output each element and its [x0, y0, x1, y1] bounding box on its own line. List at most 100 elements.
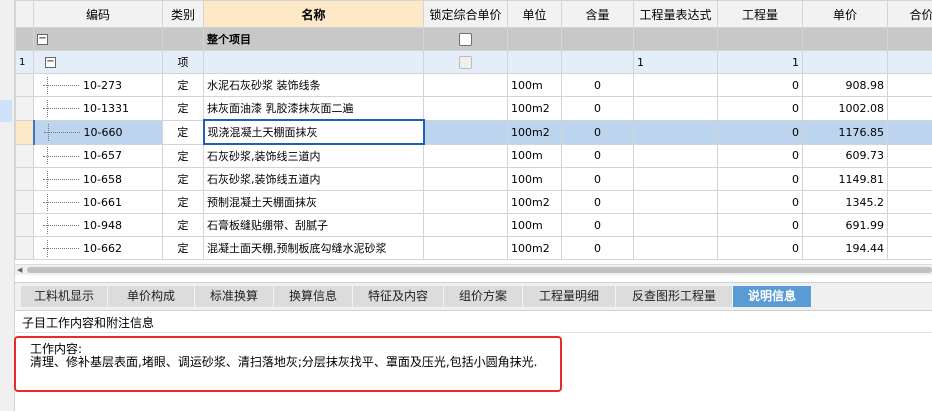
name-cell-editing[interactable]: 现浇混凝土天棚面抹灰 — [204, 120, 424, 144]
col-header-total[interactable]: 合价 — [888, 1, 932, 28]
item-expr-cell[interactable]: 1 — [634, 51, 718, 74]
item-lock-cell[interactable] — [424, 51, 508, 74]
expr-cell[interactable] — [634, 74, 718, 97]
collapse-icon[interactable]: − — [45, 57, 56, 68]
group-price-cell[interactable] — [803, 28, 888, 51]
name-cell[interactable]: 混凝土面天棚,预制板底勾缝水泥砂浆 — [204, 237, 424, 260]
row-number[interactable] — [16, 168, 34, 191]
category-cell[interactable]: 定 — [163, 144, 204, 168]
content-cell[interactable]: 0 — [562, 120, 634, 144]
tab-pricing-scheme[interactable]: 组价方案 — [444, 286, 523, 307]
collapse-icon[interactable]: − — [37, 34, 48, 45]
col-header-category[interactable]: 类别 — [163, 1, 204, 28]
item-qty-cell[interactable]: 1 — [718, 51, 803, 74]
name-cell[interactable]: 抹灰面油漆 乳胶漆抹灰面二遍 — [204, 97, 424, 121]
code-cell[interactable]: 10-661 — [34, 191, 163, 214]
unit-cell[interactable]: 100m — [508, 74, 562, 97]
content-cell[interactable]: 0 — [562, 97, 634, 121]
total-cell[interactable] — [888, 144, 932, 168]
col-header-name[interactable]: 名称 — [204, 1, 424, 28]
row-number[interactable] — [16, 74, 34, 97]
category-cell[interactable]: 定 — [163, 74, 204, 97]
col-header-unit-price[interactable]: 单价 — [803, 1, 888, 28]
code-cell[interactable]: 10-1331 — [34, 97, 163, 121]
group-expr-cell[interactable] — [634, 28, 718, 51]
row-number[interactable] — [16, 237, 34, 260]
table-row[interactable]: 10-658 定 石灰砂浆,装饰线五道内 100m 0 0 1149.81 — [16, 168, 932, 191]
content-cell[interactable]: 0 — [562, 144, 634, 168]
tab-labor-material-machine[interactable]: 工料机显示 — [21, 286, 108, 307]
col-header-unit[interactable]: 单位 — [508, 1, 562, 28]
lock-cell[interactable] — [424, 120, 508, 144]
code-cell[interactable]: 10-658 — [34, 168, 163, 191]
name-cell[interactable]: 预制混凝土天棚面抹灰 — [204, 191, 424, 214]
expr-cell[interactable] — [634, 97, 718, 121]
item-row[interactable]: 1 − 项 1 1 — [16, 51, 932, 74]
unit-cell[interactable]: 100m — [508, 214, 562, 237]
group-total-cell[interactable] — [888, 28, 932, 51]
expr-cell[interactable] — [634, 168, 718, 191]
col-header-content[interactable]: 含量 — [562, 1, 634, 28]
col-header-lock-price[interactable]: 锁定综合单价 — [424, 1, 508, 28]
group-code-cell[interactable]: − — [34, 28, 163, 51]
category-cell[interactable]: 定 — [163, 97, 204, 121]
horizontal-scrollbar[interactable]: ◀ — [15, 264, 932, 275]
total-cell[interactable] — [888, 214, 932, 237]
code-cell[interactable]: 10-662 — [34, 237, 163, 260]
name-cell[interactable]: 石膏板缝贴绷带、刮腻子 — [204, 214, 424, 237]
qty-cell[interactable]: 0 — [718, 191, 803, 214]
expr-cell[interactable] — [634, 144, 718, 168]
lock-cell[interactable] — [424, 97, 508, 121]
category-cell[interactable]: 定 — [163, 214, 204, 237]
row-number[interactable] — [16, 28, 34, 51]
scroll-left-arrow-icon[interactable]: ◀ — [17, 266, 22, 274]
row-number[interactable] — [16, 214, 34, 237]
unit-cell[interactable]: 100m — [508, 144, 562, 168]
group-row[interactable]: − 整个项目 — [16, 28, 932, 51]
row-number[interactable] — [16, 191, 34, 214]
lock-cell[interactable] — [424, 214, 508, 237]
table-row[interactable]: 10-1331 定 抹灰面油漆 乳胶漆抹灰面二遍 100m2 0 0 1002.… — [16, 97, 932, 121]
table-row-selected[interactable]: 10-660 定 现浇混凝土天棚面抹灰 100m2 0 0 1176.85 — [16, 120, 932, 144]
qty-cell[interactable]: 0 — [718, 214, 803, 237]
content-cell[interactable]: 0 — [562, 168, 634, 191]
lock-cell[interactable] — [424, 144, 508, 168]
expr-cell[interactable] — [634, 237, 718, 260]
tab-graphic-quantity-lookup[interactable]: 反查图形工程量 — [616, 286, 733, 307]
item-unit-cell[interactable] — [508, 51, 562, 74]
item-price-cell[interactable] — [803, 51, 888, 74]
category-cell[interactable]: 定 — [163, 120, 204, 144]
expr-cell[interactable] — [634, 191, 718, 214]
col-header-qty[interactable]: 工程量 — [718, 1, 803, 28]
unit-price-cell[interactable]: 1176.85 — [803, 120, 888, 144]
unit-cell[interactable]: 100m2 — [508, 97, 562, 121]
code-cell[interactable]: 10-273 — [34, 74, 163, 97]
group-qty-cell[interactable] — [718, 28, 803, 51]
table-row[interactable]: 10-948 定 石膏板缝贴绷带、刮腻子 100m 0 0 691.99 — [16, 214, 932, 237]
name-cell[interactable]: 石灰砂浆,装饰线三道内 — [204, 144, 424, 168]
category-cell[interactable]: 定 — [163, 191, 204, 214]
content-cell[interactable]: 0 — [562, 191, 634, 214]
qty-cell[interactable]: 0 — [718, 144, 803, 168]
qty-cell[interactable]: 0 — [718, 237, 803, 260]
total-cell[interactable] — [888, 97, 932, 121]
lock-cell[interactable] — [424, 237, 508, 260]
lock-cell[interactable] — [424, 191, 508, 214]
tab-quantity-details[interactable]: 工程量明细 — [523, 286, 616, 307]
total-cell[interactable] — [888, 120, 932, 144]
total-cell[interactable] — [888, 168, 932, 191]
qty-cell[interactable]: 0 — [718, 97, 803, 121]
item-category-cell[interactable]: 项 — [163, 51, 204, 74]
name-cell[interactable]: 石灰砂浆,装饰线五道内 — [204, 168, 424, 191]
unit-price-cell[interactable]: 908.98 — [803, 74, 888, 97]
item-total-cell[interactable] — [888, 51, 932, 74]
col-header-qty-expr[interactable]: 工程量表达式 — [634, 1, 718, 28]
code-cell[interactable]: 10-948 — [34, 214, 163, 237]
group-unit-cell[interactable] — [508, 28, 562, 51]
qty-cell[interactable]: 0 — [718, 74, 803, 97]
table-row[interactable]: 10-661 定 预制混凝土天棚面抹灰 100m2 0 0 1345.2 — [16, 191, 932, 214]
col-header-code[interactable]: 编码 — [34, 1, 163, 28]
unit-price-cell[interactable]: 609.73 — [803, 144, 888, 168]
category-cell[interactable]: 定 — [163, 237, 204, 260]
group-lock-cell[interactable] — [424, 28, 508, 51]
